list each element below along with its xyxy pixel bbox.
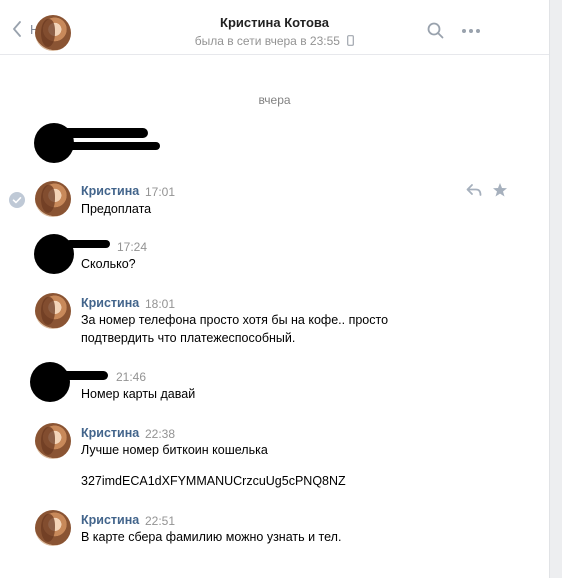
chat-title[interactable]: Кристина Котова [0,15,549,30]
message-text: За номер телефона просто хотя бы на кофе… [81,313,389,327]
message-text: подтвердить что платежеспособный. [81,331,296,345]
header-avatar[interactable] [35,15,71,51]
message-author[interactable]: Кристина [81,513,139,527]
redacted-name [60,371,108,380]
message-text: 327imdECA1dXFYMMANUCrzcuUg5cPNQ8NZ [81,474,346,488]
message-text: В карте сбера фамилию можно узнать и тел… [81,530,342,544]
redacted-name [66,240,110,248]
message-author[interactable]: Кристина [81,426,139,440]
reply-icon[interactable] [466,183,482,197]
message-text: Лучше номер биткоин кошелька [81,443,268,457]
message-text: Номер карты давай [81,387,196,401]
redacted-line [50,142,160,150]
search-icon[interactable] [427,22,444,39]
chat-header: Назад Кристина Котова была в сети вчера … [0,0,549,55]
avatar[interactable] [35,181,71,217]
chat-panel: Назад Кристина Котова была в сети вчера … [0,0,550,578]
redacted-name [56,128,148,138]
avatar[interactable] [35,510,71,546]
star-icon[interactable] [492,182,508,198]
redacted-avatar [30,362,70,402]
message-text: Сколько? [81,257,136,271]
date-separator: вчера [258,93,291,107]
message-time[interactable]: 22:51 [145,514,175,528]
status-text: была в сети вчера в 23:55 [194,34,340,48]
message-time[interactable]: 22:38 [145,427,175,441]
check-circle-icon[interactable] [9,192,25,208]
message-author[interactable]: Кристина [81,184,139,198]
avatar[interactable] [35,293,71,329]
message-text: Предоплата [81,202,152,216]
avatar[interactable] [35,423,71,459]
message-time[interactable]: 17:01 [145,185,175,199]
message-time[interactable]: 17:24 [117,240,147,254]
more-dots-icon[interactable] [462,29,480,33]
message-time[interactable]: 21:46 [116,370,146,384]
online-status: была в сети вчера в 23:55 [0,34,549,48]
message-time[interactable]: 18:01 [145,297,175,311]
message-author[interactable]: Кристина [81,296,139,310]
mobile-phone-icon [347,35,355,46]
